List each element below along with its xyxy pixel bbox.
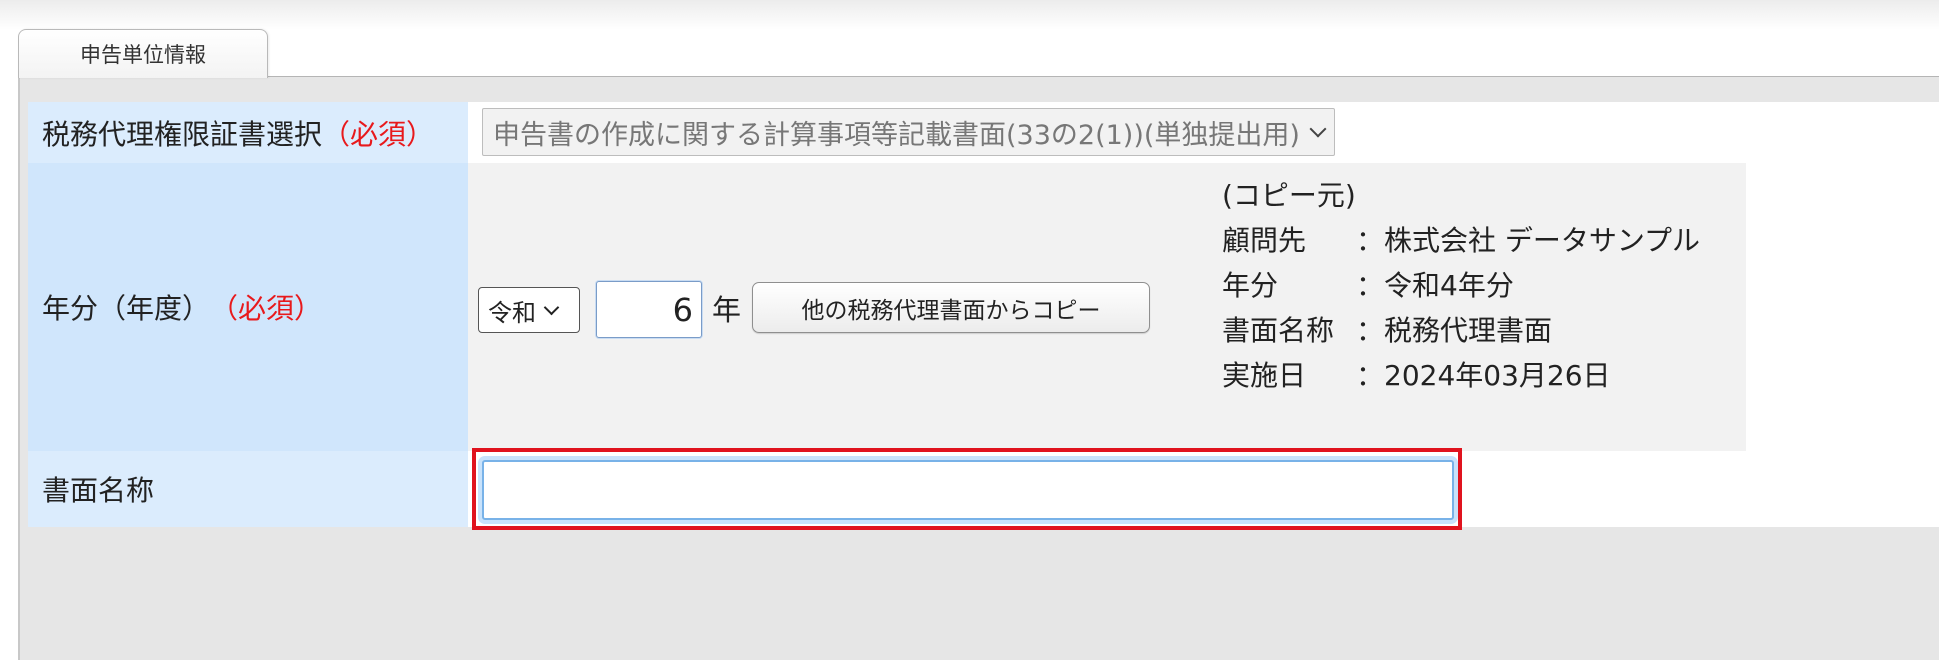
copy-source-doc: 書面名称 ：税務代理書面 (1222, 308, 1702, 353)
copy-source-heading: (コピー元) (1222, 179, 1356, 212)
cert-select-value: 申告書の作成に関する計算事項等記載書面(33の2(1))(単独提出用) (493, 119, 1300, 151)
doc-name-label-text: 書面名称 (42, 474, 155, 507)
year-unit: 年 (712, 293, 742, 327)
copy-button-label: 他の税務代理書面からコピー (801, 297, 1101, 324)
year-value: ：令和4年分 (1356, 269, 1514, 302)
year-value-cell: 令和 6 年 他の税務代理書面からコピー (コピー元) 顧問先 ：株式会社 データ… (468, 163, 1746, 451)
cert-label-text: 税務代理権限証書選択 (42, 117, 323, 151)
tab-declaration-unit-info[interactable]: 申告単位情報 (18, 29, 268, 78)
doc-name-row: 書面名称 (28, 448, 1939, 530)
doc-key: 書面名称 (1222, 314, 1335, 347)
year-label-text: 年分（年度） (42, 292, 211, 325)
year-label: 年分（年度） （必須） (28, 163, 468, 451)
doc-value: ：税務代理書面 (1356, 314, 1553, 347)
copy-from-other-button[interactable]: 他の税務代理書面からコピー (752, 282, 1150, 333)
cert-label: 税務代理権限証書選択 （必須） (28, 102, 468, 163)
client-value: ：株式会社 データサンプル (1356, 224, 1701, 257)
client-key: 顧問先 (1222, 224, 1307, 257)
year-input[interactable]: 6 (596, 281, 702, 338)
doc-name-input[interactable] (482, 460, 1454, 520)
cert-select[interactable]: 申告書の作成に関する計算事項等記載書面(33の2(1))(単独提出用) (482, 108, 1335, 156)
copy-source-date: 実施日 ：2024年03月26日 (1222, 353, 1702, 398)
cert-row: 税務代理権限証書選択 （必須） 申告書の作成に関する計算事項等記載書面(33の2… (28, 102, 1939, 163)
copy-source-client: 顧問先 ：株式会社 データサンプル (1222, 218, 1702, 263)
date-key: 実施日 (1222, 359, 1307, 392)
top-bar (0, 0, 1939, 30)
required-mark: （必須） (322, 117, 435, 151)
tab-label: 申告単位情報 (80, 43, 206, 67)
year-key: 年分 (1222, 269, 1279, 302)
chevron-down-icon (543, 299, 560, 315)
copy-source-year: 年分 ：令和4年分 (1222, 263, 1702, 308)
year-row: 年分（年度） （必須） 令和 6 年 他の税務代理書面からコピー (コピー元) … (28, 163, 1939, 451)
era-select[interactable]: 令和 (478, 287, 580, 333)
required-mark: （必須） (210, 292, 323, 325)
doc-name-label: 書面名称 (28, 451, 468, 527)
date-value: ：2024年03月26日 (1356, 359, 1611, 392)
era-select-value: 令和 (488, 298, 536, 327)
chevron-down-icon (1309, 120, 1327, 138)
year-input-value: 6 (672, 290, 693, 329)
doc-name-value-cell (468, 448, 1939, 530)
copy-source-info: (コピー元) 顧問先 ：株式会社 データサンプル 年分 ：令和4年分 書面名称 ：税務… (1222, 173, 1702, 398)
